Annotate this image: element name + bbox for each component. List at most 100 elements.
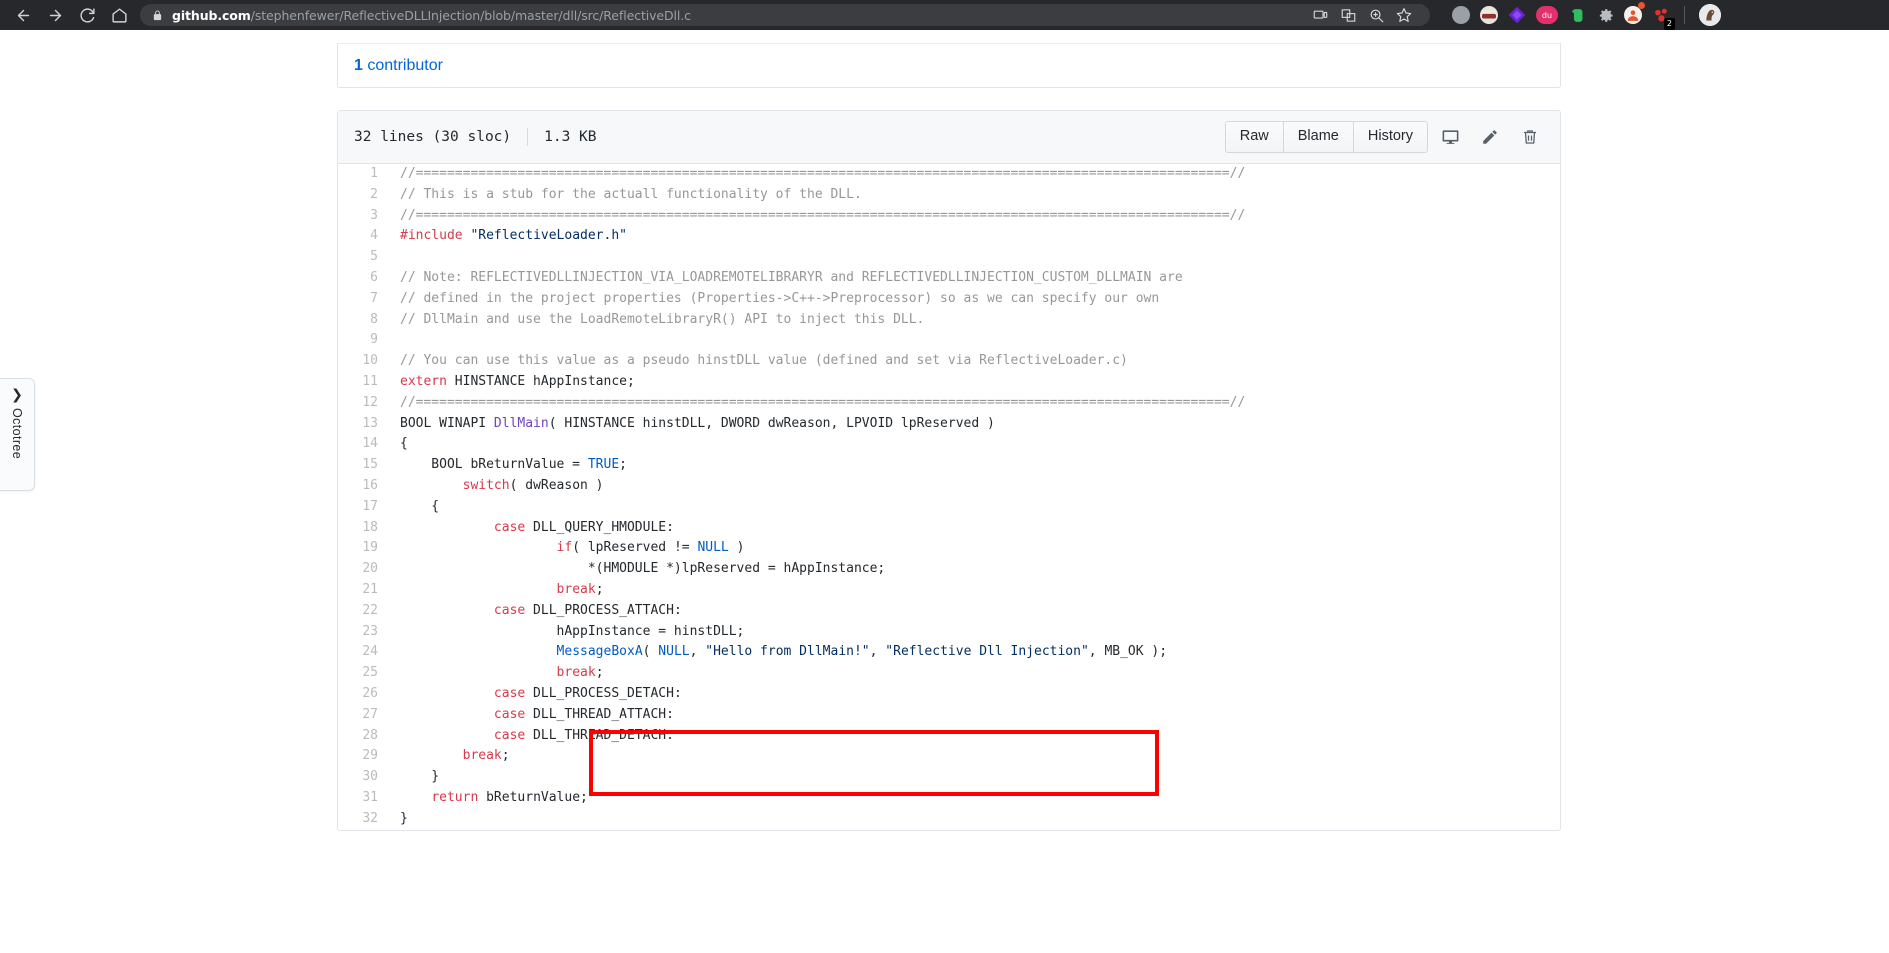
code-line: 4 #include "ReflectiveLoader.h"	[338, 226, 1560, 247]
line-content: {	[400, 436, 408, 452]
line-content: BOOL bReturnValue = TRUE;	[400, 457, 627, 473]
line-number[interactable]: 9	[338, 330, 390, 351]
line-number[interactable]: 11	[338, 372, 390, 393]
line-content: #include "ReflectiveLoader.h"	[400, 228, 627, 244]
file-size: 1.3 KB	[544, 129, 597, 145]
octotree-sidebar-toggle[interactable]: ❯ Octotree	[0, 378, 35, 491]
line-number[interactable]: 20	[338, 559, 390, 580]
line-number[interactable]: 21	[338, 580, 390, 601]
code-line: 3 //=====================================…	[338, 206, 1560, 227]
gear-extension-icon[interactable]	[1596, 6, 1614, 24]
forward-arrow-icon[interactable]	[40, 2, 70, 28]
pencil-edit-icon[interactable]	[1472, 122, 1508, 152]
code-line: 20 *(HMODULE *)lpReserved = hAppInstance…	[338, 559, 1560, 580]
line-number[interactable]: 1	[338, 164, 390, 185]
desktop-icon[interactable]	[1432, 122, 1468, 152]
code-line: 12 //====================================…	[338, 393, 1560, 414]
line-content: //======================================…	[400, 394, 1246, 410]
line-number[interactable]: 8	[338, 310, 390, 331]
url-path: /stephenfewer/ReflectiveDLLInjection/blo…	[250, 7, 691, 23]
line-number[interactable]: 29	[338, 746, 390, 767]
line-number[interactable]: 31	[338, 788, 390, 809]
line-number[interactable]: 18	[338, 518, 390, 539]
file-lines-info: 32 lines (30 sloc)	[354, 129, 512, 145]
address-bar[interactable]: github.com/stephenfewer/ReflectiveDLLInj…	[140, 4, 1430, 26]
profile-avatar[interactable]	[1699, 4, 1721, 26]
contributor-count: 1	[354, 56, 363, 74]
line-number[interactable]: 24	[338, 642, 390, 663]
contacts-extension-icon[interactable]	[1624, 2, 1645, 24]
line-number[interactable]: 10	[338, 351, 390, 372]
code-line: 5	[338, 247, 1560, 268]
translate-icon[interactable]	[1334, 3, 1362, 27]
line-content: MessageBoxA( NULL, "Hello from DllMain!"…	[556, 644, 1168, 660]
line-content: {	[400, 498, 440, 514]
line-number[interactable]: 17	[338, 497, 390, 518]
line-content: switch( dwReason )	[462, 477, 604, 493]
line-content: *(HMODULE *)lpReserved = hAppInstance;	[400, 561, 886, 577]
raw-button[interactable]: Raw	[1224, 121, 1284, 153]
meta-divider	[527, 128, 529, 146]
line-content: // You can use this value as a pseudo hi…	[400, 353, 1128, 369]
chevron-right-icon: ❯	[11, 387, 23, 403]
evernote-extension-icon[interactable]	[1568, 6, 1586, 24]
reload-icon[interactable]	[72, 2, 102, 28]
line-number[interactable]: 19	[338, 538, 390, 559]
line-number[interactable]: 2	[338, 185, 390, 206]
line-number[interactable]: 32	[338, 809, 390, 830]
code-line: 21 break;	[338, 580, 1560, 601]
home-icon[interactable]	[104, 2, 134, 28]
browser-toolbar: github.com/stephenfewer/ReflectiveDLLInj…	[0, 0, 1889, 30]
extension-badge-count: 2	[1663, 18, 1675, 30]
code-line: 18 case DLL_QUERY_HMODULE:	[338, 518, 1560, 539]
code-line: 7 // defined in the project properties (P…	[338, 289, 1560, 310]
line-content: BOOL WINAPI DllMain( HINSTANCE hinstDLL,…	[400, 415, 995, 431]
line-content: break;	[556, 581, 604, 597]
blame-button[interactable]: Blame	[1283, 121, 1354, 153]
grey-circle-extension-icon[interactable]	[1452, 6, 1470, 24]
line-number[interactable]: 7	[338, 289, 390, 310]
bookmark-star-icon[interactable]	[1390, 3, 1418, 27]
back-arrow-icon[interactable]	[8, 2, 38, 28]
line-number[interactable]: 15	[338, 455, 390, 476]
du-pill-extension-icon[interactable]: du	[1536, 6, 1558, 24]
line-number[interactable]: 6	[338, 268, 390, 289]
code-viewer: 1 //=====================================…	[338, 164, 1560, 830]
line-number[interactable]: 22	[338, 601, 390, 622]
line-content: }	[400, 810, 408, 826]
file-box: 32 lines (30 sloc) 1.3 KB Raw Blame Hist…	[337, 110, 1561, 831]
line-number[interactable]: 5	[338, 247, 390, 268]
code-line: 2 // This is a stub for the actuall funct…	[338, 185, 1560, 206]
line-number[interactable]: 13	[338, 414, 390, 435]
red-dots-extension-icon[interactable]: 2	[1652, 6, 1675, 30]
code-line: 6 // Note: REFLECTIVEDLLINJECTION_VIA_LOA…	[338, 268, 1560, 289]
trash-delete-icon[interactable]	[1512, 122, 1548, 152]
history-button[interactable]: History	[1353, 121, 1428, 153]
line-content: case DLL_PROCESS_ATTACH:	[493, 602, 682, 618]
line-content: //======================================…	[400, 207, 1246, 223]
line-content: return bReturnValue;	[431, 789, 588, 805]
zoom-icon[interactable]	[1362, 3, 1390, 27]
code-line: 11 extern HINSTANCE hAppInstance;	[338, 372, 1560, 393]
line-number[interactable]: 12	[338, 393, 390, 414]
line-number[interactable]: 16	[338, 476, 390, 497]
line-number[interactable]: 27	[338, 705, 390, 726]
line-content	[390, 247, 1560, 268]
code-line: 25 break;	[338, 663, 1560, 684]
line-number[interactable]: 25	[338, 663, 390, 684]
code-line: 19 if( lpReserved != NULL )	[338, 538, 1560, 559]
line-number[interactable]: 28	[338, 726, 390, 747]
line-number[interactable]: 4	[338, 226, 390, 247]
purple-diamond-extension-icon[interactable]	[1508, 6, 1526, 24]
incognito-mask-extension-icon[interactable]	[1480, 6, 1498, 24]
line-number[interactable]: 26	[338, 684, 390, 705]
line-number[interactable]: 14	[338, 434, 390, 455]
code-line: 1 //=====================================…	[338, 164, 1560, 185]
line-number[interactable]: 3	[338, 206, 390, 227]
line-number[interactable]: 30	[338, 767, 390, 788]
line-number[interactable]: 23	[338, 622, 390, 643]
cast-icon[interactable]	[1306, 3, 1334, 27]
line-content: // Note: REFLECTIVEDLLINJECTION_VIA_LOAD…	[400, 269, 1183, 285]
code-table: 1 //=====================================…	[338, 164, 1560, 830]
contributors-link[interactable]: 1 contributor	[354, 57, 443, 75]
